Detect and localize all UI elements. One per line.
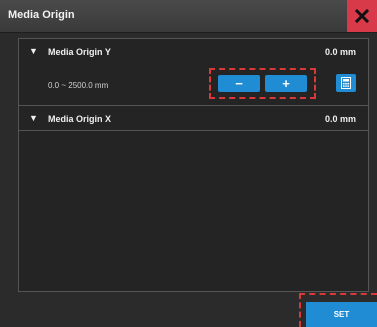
close-button[interactable] [347,0,377,32]
media-origin-y-value: 0.0 mm [324,47,356,57]
set-button-highlight: SET [299,293,377,327]
media-origin-y-header[interactable]: ▼ Media Origin Y 0.0 mm [19,39,368,63]
media-origin-x-value: 0.0 mm [324,114,356,124]
title-bar: Media Origin [0,0,377,33]
triangle-down-icon: ▼ [29,113,38,123]
triangle-down-icon: ▼ [29,46,38,56]
step-button-group: − + [209,68,316,99]
media-origin-y-label: Media Origin Y [48,47,111,57]
row-divider [19,130,368,131]
calculator-button[interactable] [336,74,356,92]
window-title: Media Origin [8,9,75,21]
media-origin-x-label: Media Origin X [48,114,112,124]
media-origin-y-range: 0.0 ~ 2500.0 mm [48,81,109,90]
close-icon [354,8,370,24]
settings-panel: ▼ Media Origin Y 0.0 mm 0.0 ~ 2500.0 mm … [18,38,369,292]
calculator-icon [341,77,351,89]
media-origin-x-header[interactable]: ▼ Media Origin X 0.0 mm [19,106,368,130]
set-button[interactable]: SET [306,302,377,327]
increment-button[interactable]: + [265,75,307,92]
decrement-button[interactable]: − [218,75,260,92]
